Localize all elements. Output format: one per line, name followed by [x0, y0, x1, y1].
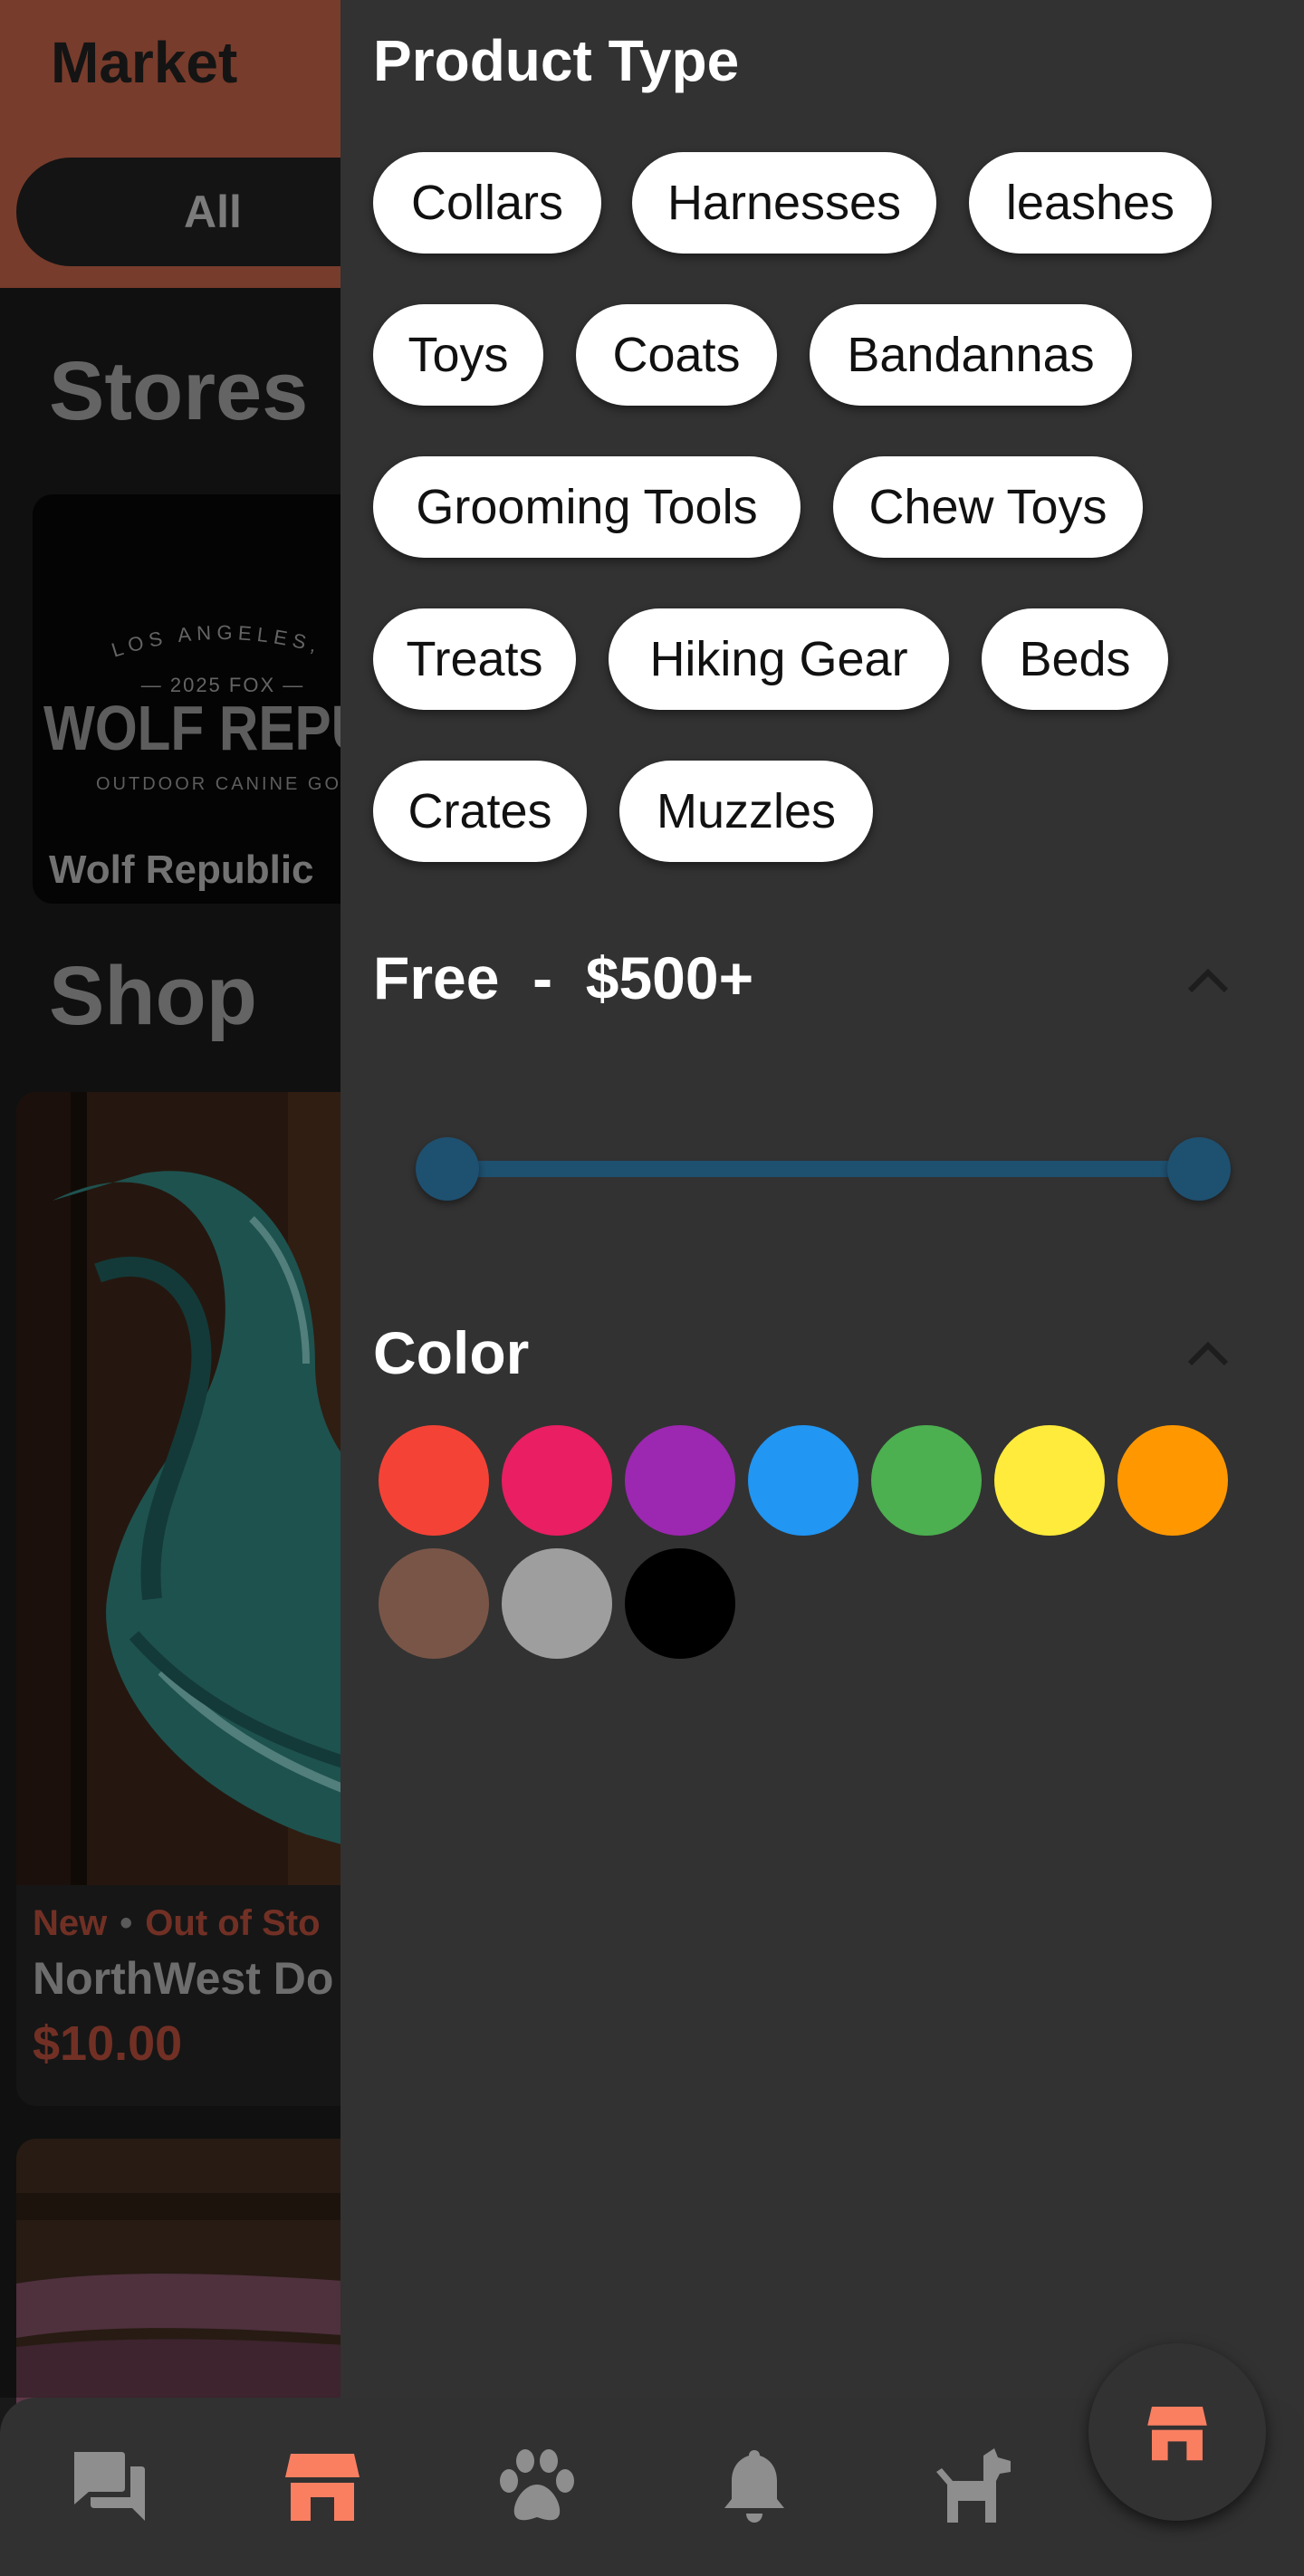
- bell-icon[interactable]: [714, 2445, 795, 2526]
- chip-collars[interactable]: Collars: [373, 152, 601, 254]
- color-collapse-chevron-up-icon[interactable]: [1183, 1336, 1233, 1373]
- color-swatch-0[interactable]: [379, 1425, 489, 1536]
- filter-all-label: All: [184, 187, 242, 237]
- tag-separator: •: [120, 1903, 133, 1943]
- color-swatch-1[interactable]: [502, 1425, 612, 1536]
- product-price: $10.00: [33, 2016, 183, 2071]
- filter-drawer: Product Type Collars Harnesses leashes T…: [340, 0, 1304, 2576]
- chip-grooming-tools[interactable]: Grooming Tools: [373, 456, 801, 558]
- chip-muzzles[interactable]: Muzzles: [619, 761, 873, 862]
- color-swatch-3[interactable]: [748, 1425, 858, 1536]
- store-name: Wolf Republic: [49, 847, 314, 892]
- svg-text:LOS ANGELES, C: LOS ANGELES, C: [33, 594, 336, 662]
- logo-arc-text: LOS ANGELES, C: [33, 594, 331, 662]
- store-icon[interactable]: [282, 2445, 363, 2526]
- price-range-label: Free - $500+: [373, 944, 754, 1011]
- product-type-title: Product Type: [373, 28, 740, 93]
- price-slider-min-handle[interactable]: [416, 1137, 479, 1201]
- page-title: Market: [51, 30, 238, 95]
- chip-toys[interactable]: Toys: [373, 304, 543, 406]
- price-slider-max-handle[interactable]: [1167, 1137, 1231, 1201]
- chat-icon[interactable]: [69, 2445, 150, 2526]
- store-fab[interactable]: [1088, 2343, 1266, 2521]
- color-swatch-9[interactable]: [625, 1548, 735, 1659]
- chip-beds[interactable]: Beds: [982, 608, 1168, 710]
- dog-icon[interactable]: [927, 2445, 1018, 2526]
- tag-new: New: [33, 1903, 108, 1943]
- chip-bandannas[interactable]: Bandannas: [810, 304, 1132, 406]
- chip-crates[interactable]: Crates: [373, 761, 587, 862]
- chip-treats[interactable]: Treats: [373, 608, 576, 710]
- chip-leashes[interactable]: leashes: [969, 152, 1212, 254]
- color-swatch-5[interactable]: [994, 1425, 1105, 1536]
- logo-tag-text: OUTDOOR CANINE GOO: [96, 774, 359, 793]
- product-tags: New • Out of Sto: [33, 1903, 321, 1944]
- color-swatch-2[interactable]: [625, 1425, 735, 1536]
- shop-heading: Shop: [49, 950, 257, 1042]
- color-title: Color: [373, 1319, 530, 1386]
- paw-icon[interactable]: [496, 2445, 578, 2526]
- store-icon: [1147, 2407, 1207, 2461]
- color-swatch-8[interactable]: [502, 1548, 612, 1659]
- color-swatch-4[interactable]: [871, 1425, 982, 1536]
- tag-out-of-stock: Out of Sto: [145, 1903, 321, 1943]
- color-swatch-6[interactable]: [1117, 1425, 1228, 1536]
- chip-harnesses[interactable]: Harnesses: [632, 152, 936, 254]
- product-name: NorthWest Do: [33, 1953, 334, 2004]
- chip-chew-toys[interactable]: Chew Toys: [833, 456, 1143, 558]
- color-swatch-7[interactable]: [379, 1548, 489, 1659]
- chip-hiking-gear[interactable]: Hiking Gear: [609, 608, 949, 710]
- stores-heading: Stores: [49, 345, 309, 437]
- chip-coats[interactable]: Coats: [576, 304, 777, 406]
- price-collapse-chevron-up-icon[interactable]: [1183, 963, 1233, 1000]
- price-slider-track[interactable]: [447, 1161, 1199, 1177]
